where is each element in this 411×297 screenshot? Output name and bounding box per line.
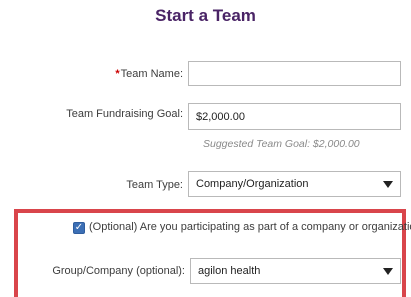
- group-company-select[interactable]: agilon health: [190, 258, 401, 284]
- company-checkbox[interactable]: ✓: [73, 222, 85, 234]
- required-marker: *: [115, 68, 120, 80]
- group-company-label: Group/Company (optional):: [52, 265, 185, 277]
- fundraising-goal-input[interactable]: $2,000.00: [188, 103, 401, 130]
- team-name-label: *Team Name:: [115, 68, 183, 80]
- check-icon: ✓: [74, 222, 84, 233]
- page-title: Start a Team: [155, 6, 256, 25]
- team-name-input[interactable]: [188, 61, 401, 86]
- company-question-label: (Optional) Are you participating as part…: [89, 221, 411, 233]
- suggested-goal-hint: Suggested Team Goal: $2,000.00: [203, 138, 360, 150]
- team-type-select[interactable]: Company/Organization: [188, 171, 401, 197]
- fundraising-goal-label: Team Fundraising Goal:: [66, 108, 183, 120]
- group-company-value: agilon health: [198, 265, 261, 277]
- team-type-label: Team Type:: [126, 179, 183, 191]
- chevron-down-icon: [383, 267, 393, 275]
- chevron-down-icon: [383, 180, 393, 188]
- team-type-value: Company/Organization: [196, 178, 309, 190]
- team-name-label-text: Team Name:: [120, 68, 183, 80]
